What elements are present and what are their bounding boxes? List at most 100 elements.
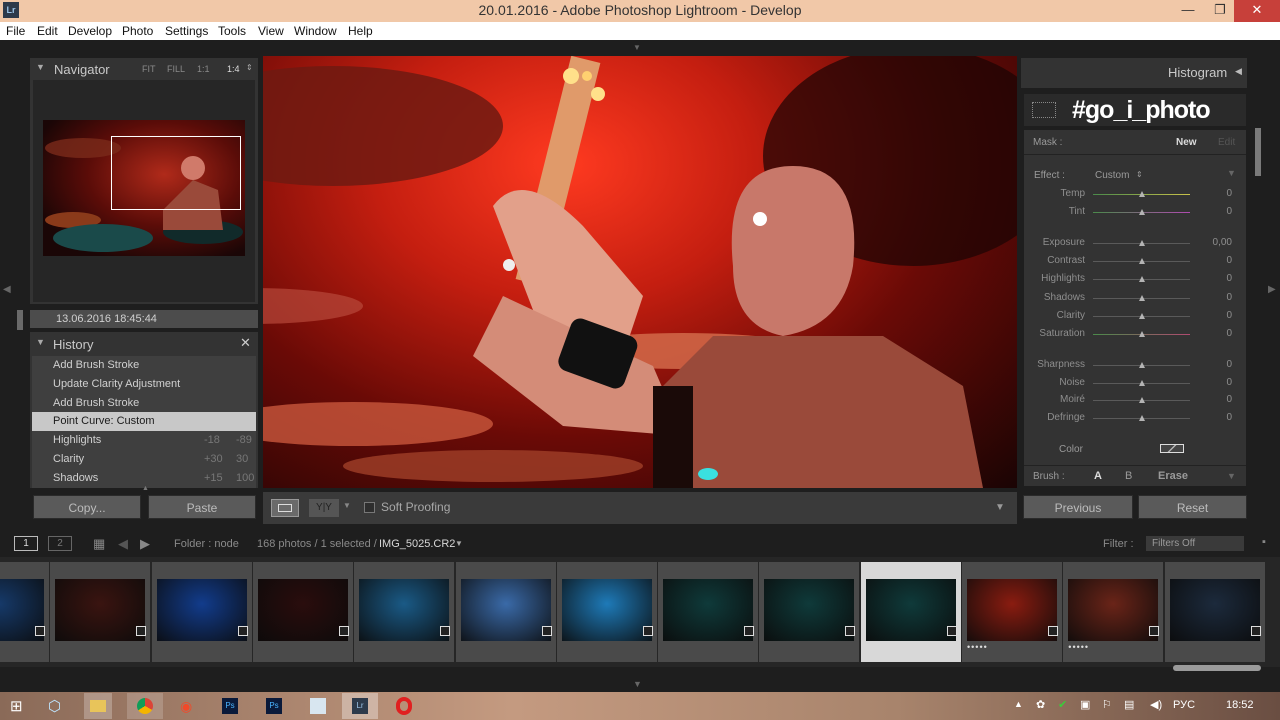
history-item[interactable]: Update Clarity Adjustment [32, 374, 256, 394]
menu-photo[interactable]: Photo [122, 24, 153, 38]
zoom-fit[interactable]: FIT [142, 64, 156, 74]
star-rating[interactable]: ••••• [1068, 642, 1089, 652]
color-swatch[interactable] [1160, 444, 1184, 453]
before-after-dropdown-icon[interactable]: ▼ [343, 501, 351, 510]
left-panel-toggle-icon[interactable]: ◀ [3, 284, 11, 295]
history-item[interactable]: Add Brush Stroke [32, 393, 256, 413]
app-cube-icon[interactable]: ⬡ [48, 697, 61, 715]
filmstrip-thumbnail[interactable]: ••••• [962, 562, 1062, 662]
filename-dropdown-icon[interactable]: ▼ [455, 539, 463, 548]
history-collapse-icon[interactable]: ▼ [36, 337, 45, 347]
filmstrip-thumbnail[interactable] [658, 562, 759, 662]
star-rating[interactable]: ••••• [967, 642, 988, 652]
filmstrip-thumbnail[interactable] [455, 562, 556, 662]
menu-tools[interactable]: Tools [218, 24, 246, 38]
slider-knob[interactable] [1139, 295, 1145, 301]
opera-icon[interactable] [396, 697, 412, 715]
navigator-viewport-frame[interactable] [111, 136, 241, 210]
slider-knob[interactable] [1139, 362, 1145, 368]
tray-icon-2[interactable]: ✔ [1058, 698, 1067, 711]
grid-view-icon[interactable]: ▦ [93, 536, 105, 552]
slider-knob[interactable] [1139, 276, 1145, 282]
filmstrip-thumbnail[interactable] [1164, 562, 1265, 662]
filter-select[interactable]: Filters Off [1146, 536, 1244, 551]
photoshop-icon[interactable]: Ps [222, 698, 238, 714]
app-icon-3[interactable]: ◉ [180, 698, 192, 715]
slider-knob[interactable] [1139, 331, 1145, 337]
history-item[interactable]: Add Brush Stroke [32, 356, 256, 375]
brush-a[interactable]: A [1094, 470, 1102, 482]
effect-dropdown-icon[interactable]: ⇕ [1136, 170, 1143, 179]
crop-tool-icon[interactable] [1032, 102, 1056, 118]
network-icon[interactable]: ▤ [1124, 698, 1134, 711]
close-button[interactable]: ✕ [1234, 0, 1280, 22]
main-screen-button[interactable]: 1 [14, 536, 38, 551]
volume-icon[interactable]: ◀) [1150, 698, 1162, 711]
slider-knob[interactable] [1139, 415, 1145, 421]
right-panel-toggle-icon[interactable]: ▶ [1268, 284, 1276, 295]
previous-button[interactable]: Previous [1023, 495, 1133, 519]
zoom-stepper-icon[interactable]: ⇕ [246, 63, 253, 72]
filmstrip-thumbnail[interactable] [860, 562, 961, 662]
reset-button[interactable]: Reset [1138, 495, 1247, 519]
brush-collapse-icon[interactable]: ▼ [1227, 471, 1236, 481]
second-screen-button[interactable]: 2 [48, 536, 72, 551]
slider-knob[interactable] [1139, 397, 1145, 403]
filter-lock-icon[interactable]: ▪ [1262, 536, 1266, 548]
mask-new[interactable]: New [1176, 137, 1197, 148]
clock[interactable]: 18:52 [1226, 699, 1254, 711]
slider-knob[interactable] [1139, 240, 1145, 246]
zoom-1-1[interactable]: 1:1 [197, 64, 210, 74]
menu-settings[interactable]: Settings [165, 24, 208, 38]
filmstrip-thumbnail[interactable]: ••••• [1063, 562, 1164, 662]
bottom-panel-toggle-icon[interactable]: ▼ [633, 679, 642, 689]
navigator-thumbnail[interactable] [43, 120, 245, 256]
windows-start-icon[interactable]: ⊞ [10, 697, 23, 715]
menu-help[interactable]: Help [348, 24, 373, 38]
filmstrip-thumbnail[interactable] [252, 562, 353, 662]
filmstrip-thumbnail[interactable] [50, 562, 151, 662]
tray-icon-1[interactable]: ✿ [1036, 698, 1045, 711]
menu-view[interactable]: View [258, 24, 284, 38]
brush-erase[interactable]: Erase [1158, 470, 1188, 482]
navigator-collapse-icon[interactable]: ▼ [36, 62, 45, 72]
toolbar-menu-icon[interactable]: ▼ [995, 502, 1005, 513]
zoom-1-4[interactable]: 1:4 [227, 64, 240, 74]
explorer-icon[interactable] [84, 693, 112, 719]
minimize-button[interactable]: — [1172, 0, 1204, 22]
tray-icon-3[interactable]: ▣ [1080, 698, 1090, 711]
slider-knob[interactable] [1139, 313, 1145, 319]
menu-edit[interactable]: Edit [37, 24, 58, 38]
effect-value[interactable]: Custom [1095, 170, 1129, 181]
tray-expand-icon[interactable]: ▲ [1014, 699, 1023, 709]
right-panel-scrollbar[interactable] [1255, 128, 1261, 176]
filmstrip-thumbnail[interactable] [0, 562, 49, 662]
filmstrip-thumbnail[interactable] [556, 562, 657, 662]
back-arrow-icon[interactable]: ◀ [118, 536, 128, 552]
filmstrip-thumbnail[interactable] [151, 562, 252, 662]
history-item[interactable]: Highlights -18 -89 [32, 431, 256, 451]
slider-knob[interactable] [1139, 380, 1145, 386]
tray-icon-4[interactable]: ⚐ [1102, 698, 1112, 711]
mask-edit[interactable]: Edit [1218, 137, 1235, 148]
slider-knob[interactable] [1139, 191, 1145, 197]
viewer-icon[interactable] [310, 698, 326, 714]
maximize-button[interactable]: ❐ [1204, 0, 1236, 22]
brush-b[interactable]: B [1125, 470, 1132, 482]
filmstrip-thumbnail[interactable] [759, 562, 860, 662]
history-item[interactable]: Clarity +30 30 [32, 450, 256, 469]
slider-knob[interactable] [1139, 209, 1145, 215]
before-after-button[interactable]: Y|Y [309, 499, 339, 517]
main-photo[interactable] [263, 56, 1017, 488]
copy-button[interactable]: Copy... [33, 495, 141, 519]
loupe-view-button[interactable] [271, 499, 299, 517]
slider-knob[interactable] [1139, 258, 1145, 264]
filmstrip-thumbnail[interactable] [354, 562, 455, 662]
histogram-collapse-icon[interactable]: ◀ [1235, 66, 1242, 77]
lightroom-taskbar-button[interactable]: Lr [342, 693, 378, 719]
menu-file[interactable]: File [6, 24, 25, 38]
soft-proofing-checkbox[interactable] [364, 502, 375, 513]
language-indicator[interactable]: РУС [1173, 699, 1195, 711]
zoom-fill[interactable]: FILL [167, 64, 185, 74]
forward-arrow-icon[interactable]: ▶ [140, 536, 150, 552]
